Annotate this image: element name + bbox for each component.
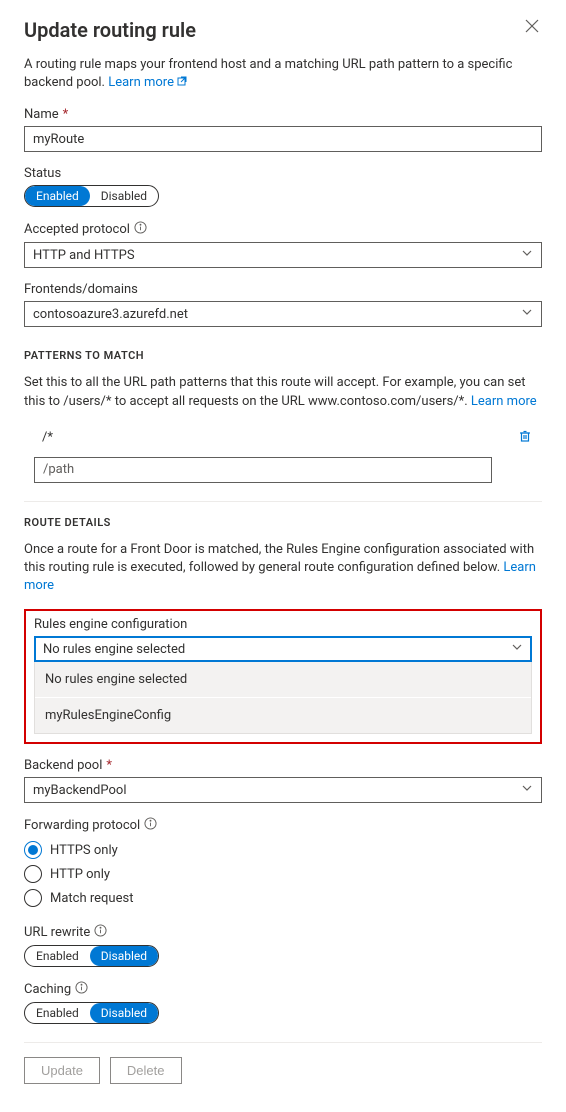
radio-icon <box>24 841 42 859</box>
forwarding-protocol-option[interactable]: HTTP only <box>24 862 542 886</box>
caching-enabled-option[interactable]: Enabled <box>25 1003 90 1023</box>
url-rewrite-disabled-option[interactable]: Disabled <box>90 946 158 966</box>
chevron-down-icon <box>521 247 533 263</box>
route-desc: Once a route for a Front Door is matched… <box>24 541 542 596</box>
name-label: Name * <box>24 107 542 122</box>
status-toggle[interactable]: Enabled Disabled <box>24 185 159 207</box>
patterns-learn-more-link[interactable]: Learn more <box>471 394 537 409</box>
required-indicator: * <box>63 107 69 122</box>
pattern-path-input[interactable] <box>34 457 492 483</box>
chevron-down-icon <box>521 306 533 322</box>
footer: Update Delete <box>24 1042 542 1084</box>
status-enabled-option[interactable]: Enabled <box>25 186 90 206</box>
forwarding-protocol-option[interactable]: HTTPS only <box>24 838 542 862</box>
close-icon[interactable] <box>524 18 542 36</box>
info-icon[interactable] <box>134 221 147 238</box>
rules-engine-select[interactable]: No rules engine selected <box>34 636 532 662</box>
intro-text: A routing rule maps your frontend host a… <box>24 56 542 93</box>
status-label: Status <box>24 166 542 181</box>
url-rewrite-label-text: URL rewrite <box>24 925 90 940</box>
url-rewrite-label: URL rewrite <box>24 924 542 941</box>
intro-learn-more-link[interactable]: Learn more <box>108 75 188 90</box>
backend-pool-label: Backend pool * <box>24 758 542 773</box>
pattern-value: /* <box>42 430 53 445</box>
backend-pool-value: myBackendPool <box>33 783 127 798</box>
radio-icon <box>24 865 42 883</box>
rules-engine-highlight: Rules engine configuration No rules engi… <box>24 609 542 744</box>
status-disabled-option[interactable]: Disabled <box>90 186 158 206</box>
rules-engine-label: Rules engine configuration <box>34 617 532 632</box>
forwarding-protocol-option-label: HTTP only <box>50 867 110 882</box>
info-icon[interactable] <box>144 817 157 834</box>
name-input[interactable] <box>24 126 542 152</box>
delete-icon[interactable] <box>518 429 532 447</box>
rules-engine-dropdown: No rules engine selected myRulesEngineCo… <box>34 662 532 734</box>
intro-learn-more-label: Learn more <box>108 75 174 90</box>
rules-engine-option[interactable]: myRulesEngineConfig <box>35 697 531 733</box>
name-label-text: Name <box>24 107 59 122</box>
rules-engine-value: No rules engine selected <box>43 642 185 657</box>
backend-pool-label-text: Backend pool <box>24 758 102 773</box>
backend-pool-select[interactable]: myBackendPool <box>24 777 542 803</box>
accepted-protocol-value: HTTP and HTTPS <box>33 248 135 263</box>
patterns-desc-text: Set this to all the URL path patterns th… <box>24 375 525 408</box>
accepted-protocol-select[interactable]: HTTP and HTTPS <box>24 242 542 268</box>
forwarding-protocol-label-text: Forwarding protocol <box>24 818 140 833</box>
info-icon[interactable] <box>94 924 107 941</box>
caching-label: Caching <box>24 981 542 998</box>
url-rewrite-toggle[interactable]: Enabled Disabled <box>24 945 159 967</box>
forwarding-protocol-option-label: Match request <box>50 891 133 906</box>
frontends-select[interactable]: contosoazure3.azurefd.net <box>24 301 542 327</box>
url-rewrite-enabled-option[interactable]: Enabled <box>25 946 90 966</box>
intro-text-body: A routing rule maps your frontend host a… <box>24 57 512 90</box>
required-indicator: * <box>106 758 112 773</box>
forwarding-protocol-label: Forwarding protocol <box>24 817 542 834</box>
chevron-down-icon <box>511 641 523 657</box>
patterns-desc: Set this to all the URL path patterns th… <box>24 374 542 410</box>
caching-disabled-option[interactable]: Disabled <box>90 1003 158 1023</box>
update-button[interactable]: Update <box>24 1057 100 1084</box>
forwarding-protocol-option[interactable]: Match request <box>24 886 542 910</box>
chevron-down-icon <box>521 782 533 798</box>
radio-icon <box>24 889 42 907</box>
accepted-protocol-label-text: Accepted protocol <box>24 222 130 237</box>
caching-label-text: Caching <box>24 982 71 997</box>
delete-button[interactable]: Delete <box>110 1057 182 1084</box>
route-heading: ROUTE DETAILS <box>24 501 542 529</box>
external-link-icon <box>176 75 188 93</box>
frontends-value: contosoazure3.azurefd.net <box>33 307 188 322</box>
frontends-label: Frontends/domains <box>24 282 542 297</box>
page-title: Update routing rule <box>24 18 196 42</box>
route-desc-text: Once a route for a Front Door is matched… <box>24 542 534 575</box>
rules-engine-option[interactable]: No rules engine selected <box>35 662 531 697</box>
accepted-protocol-label: Accepted protocol <box>24 221 542 238</box>
info-icon[interactable] <box>75 981 88 998</box>
patterns-heading: PATTERNS TO MATCH <box>24 349 542 362</box>
forwarding-protocol-option-label: HTTPS only <box>50 843 118 858</box>
caching-toggle[interactable]: Enabled Disabled <box>24 1002 159 1024</box>
pattern-row: /* <box>24 425 542 453</box>
